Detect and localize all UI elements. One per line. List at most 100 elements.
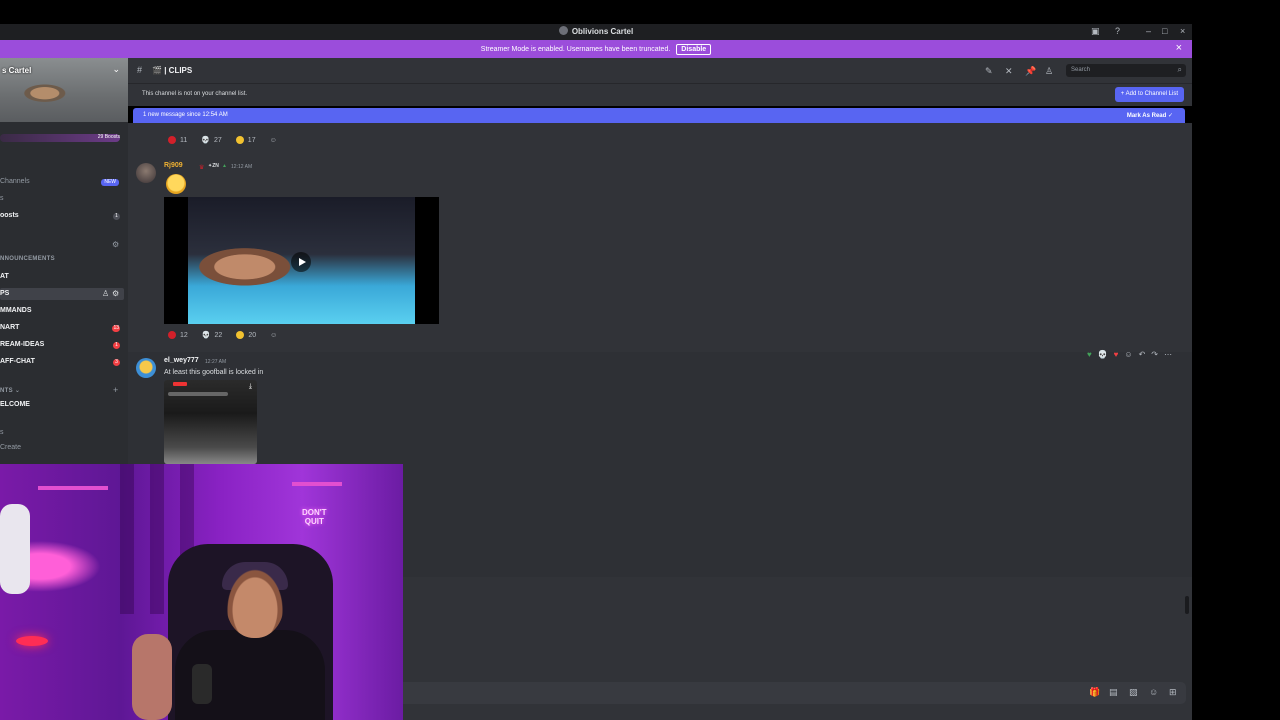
- sticker-icon[interactable]: ▧: [1129, 687, 1138, 698]
- sidebar-item-label: AFF-CHAT: [0, 358, 35, 365]
- crying-emoji-icon: [166, 174, 186, 194]
- mention-badge: 1: [113, 342, 120, 349]
- sidebar-item-label: NNOUNCEMENTS: [0, 256, 55, 262]
- threads-icon[interactable]: ✎: [985, 66, 993, 77]
- sidebar-item-chat[interactable]: AT: [0, 273, 9, 280]
- reaction[interactable]: 💀 27: [201, 136, 222, 145]
- gear-icon[interactable]: ⚙: [112, 289, 119, 298]
- sidebar-item-label: Create: [0, 444, 22, 451]
- maximize-icon[interactable]: □: [1162, 26, 1167, 36]
- notice-text: This channel is not on your channel list…: [142, 91, 248, 97]
- reaction-count: 12: [180, 331, 188, 339]
- sidebar-item-channels[interactable]: Channels: [0, 178, 30, 185]
- microphone: [192, 664, 212, 704]
- reply-icon[interactable]: ↶: [1139, 350, 1146, 359]
- add-to-channel-list-button[interactable]: + Add to Channel List: [1114, 87, 1184, 102]
- sidebar-item-events[interactable]: s: [0, 429, 4, 436]
- add-reaction-icon[interactable]: ☺: [1124, 350, 1132, 359]
- mention-badge: 13: [112, 325, 120, 332]
- gif-icon[interactable]: ▤: [1109, 687, 1118, 698]
- server-banner[interactable]: s Cartel ⌄: [0, 58, 128, 122]
- embedded-post-header: [168, 392, 228, 396]
- member-list-icon[interactable]: ♙: [1045, 66, 1053, 77]
- video-attachment[interactable]: [164, 197, 439, 324]
- category-announcements[interactable]: NNOUNCEMENTS: [0, 256, 55, 262]
- channel-emoji-icon: 🎬: [152, 66, 162, 75]
- streamer-face: [226, 568, 284, 638]
- sidebar-item-clips[interactable]: PS: [0, 290, 9, 297]
- minimize-icon[interactable]: –: [1146, 26, 1151, 36]
- channel-name: | CLIPS: [164, 66, 193, 75]
- image-attachment[interactable]: ⤓: [164, 380, 257, 464]
- plush-toy: [0, 504, 30, 594]
- add-channel-icon[interactable]: +: [113, 385, 118, 395]
- search-placeholder: Search: [1071, 67, 1091, 73]
- sidebar-item-label: s: [0, 195, 4, 202]
- add-reaction-icon[interactable]: ☺: [270, 137, 277, 144]
- emoji-icon[interactable]: ☺: [1149, 687, 1158, 697]
- sidebar-item-boosts[interactable]: oosts: [0, 212, 19, 219]
- message-text: At least this goofball is locked in: [164, 369, 264, 376]
- window-titlebar: Oblivions Cartel ▣ ? – □ ×: [0, 24, 1192, 40]
- add-reaction-icon[interactable]: ☺: [270, 332, 277, 339]
- add-member-icon[interactable]: ♙: [102, 289, 109, 298]
- reaction[interactable]: 17: [235, 136, 256, 144]
- window-title-text: Oblivions Cartel: [571, 27, 634, 36]
- close-icon[interactable]: ×: [1176, 42, 1182, 54]
- username[interactable]: Rj909: [164, 162, 183, 169]
- inbox-icon[interactable]: ▣: [1091, 26, 1100, 37]
- download-icon[interactable]: ⤓: [249, 383, 252, 391]
- avatar[interactable]: [136, 358, 156, 378]
- mark-as-read-button[interactable]: Mark As Read ✓: [1127, 112, 1173, 119]
- pin-icon[interactable]: 📌: [1025, 66, 1036, 77]
- reaction-shortcut-icon[interactable]: ♥: [1087, 350, 1092, 359]
- forward-icon[interactable]: ↷: [1151, 350, 1158, 359]
- sidebar-item-create[interactable]: Create: [0, 444, 21, 451]
- sidebar-item-fanart[interactable]: NART: [0, 324, 19, 331]
- shelf: [38, 486, 108, 490]
- message-toolbar: ♥ 💀 ♥ ☺ ↶ ↷ ⋯: [1087, 350, 1172, 359]
- disable-streamer-mode-button[interactable]: Disable: [676, 44, 712, 55]
- sidebar-item-s[interactable]: s: [0, 195, 4, 202]
- sidebar-item-welcome[interactable]: ELCOME: [0, 401, 30, 408]
- username[interactable]: el_wey777: [164, 357, 199, 364]
- play-icon[interactable]: [291, 252, 311, 272]
- boost-count: 29 Boosts: [97, 134, 120, 140]
- role-icon: ▲: [222, 163, 227, 169]
- reaction[interactable]: 12: [168, 331, 188, 339]
- category-events[interactable]: NTS ⌄: [0, 387, 20, 394]
- close-window-icon[interactable]: ×: [1180, 26, 1185, 36]
- sidebar-item-label: ELCOME: [0, 401, 30, 408]
- recording-indicator: [173, 382, 187, 386]
- sidebar-item-commands[interactable]: MMANDS: [0, 307, 32, 314]
- help-icon[interactable]: ?: [1115, 26, 1120, 36]
- channel-list-notice: This channel is not on your channel list…: [128, 84, 1192, 106]
- reaction[interactable]: 💀 22: [202, 331, 223, 340]
- timestamp: 12:27 AM: [205, 359, 227, 365]
- server-tag-label: ZN: [212, 163, 219, 169]
- red-circle-emoji-icon: [168, 331, 176, 339]
- sidebar-item-staff-chat[interactable]: AFF-CHAT: [0, 358, 35, 365]
- streamer-mode-text: Streamer Mode is enabled. Usernames have…: [480, 46, 671, 53]
- reaction-row: 11 💀 27 17 ☺: [168, 136, 277, 144]
- new-messages-bar[interactable]: 1 new message since 12:54 AM Mark As Rea…: [133, 108, 1185, 123]
- sidebar-item-stream-ideas[interactable]: REAM-IDEAS: [0, 341, 44, 348]
- reaction[interactable]: 11: [168, 136, 187, 144]
- search-input[interactable]: Search ⌕: [1066, 64, 1186, 77]
- heart-icon[interactable]: ♥: [1114, 350, 1119, 359]
- notification-bell-icon[interactable]: ✕: [1005, 66, 1013, 77]
- chevron-down-icon[interactable]: ⌄: [112, 64, 120, 75]
- more-options-icon[interactable]: ⋯: [1164, 350, 1172, 359]
- skull-icon[interactable]: 💀: [1098, 350, 1108, 359]
- reaction[interactable]: 20: [236, 331, 256, 339]
- reaction-count: 20: [248, 331, 257, 339]
- neon-sign: DON'T QUIT: [302, 508, 327, 526]
- server-tag[interactable]: ✦ZN: [208, 163, 219, 169]
- avatar[interactable]: [136, 163, 156, 183]
- apps-icon[interactable]: ⊞: [1169, 687, 1177, 698]
- sidebar-item-label: PS: [0, 290, 10, 297]
- settings-icon[interactable]: ⚙: [112, 240, 119, 249]
- gift-icon[interactable]: 🎁: [1089, 687, 1100, 698]
- scrollbar[interactable]: [1185, 596, 1189, 614]
- new-messages-text: 1 new message since 12:54 AM: [143, 112, 228, 118]
